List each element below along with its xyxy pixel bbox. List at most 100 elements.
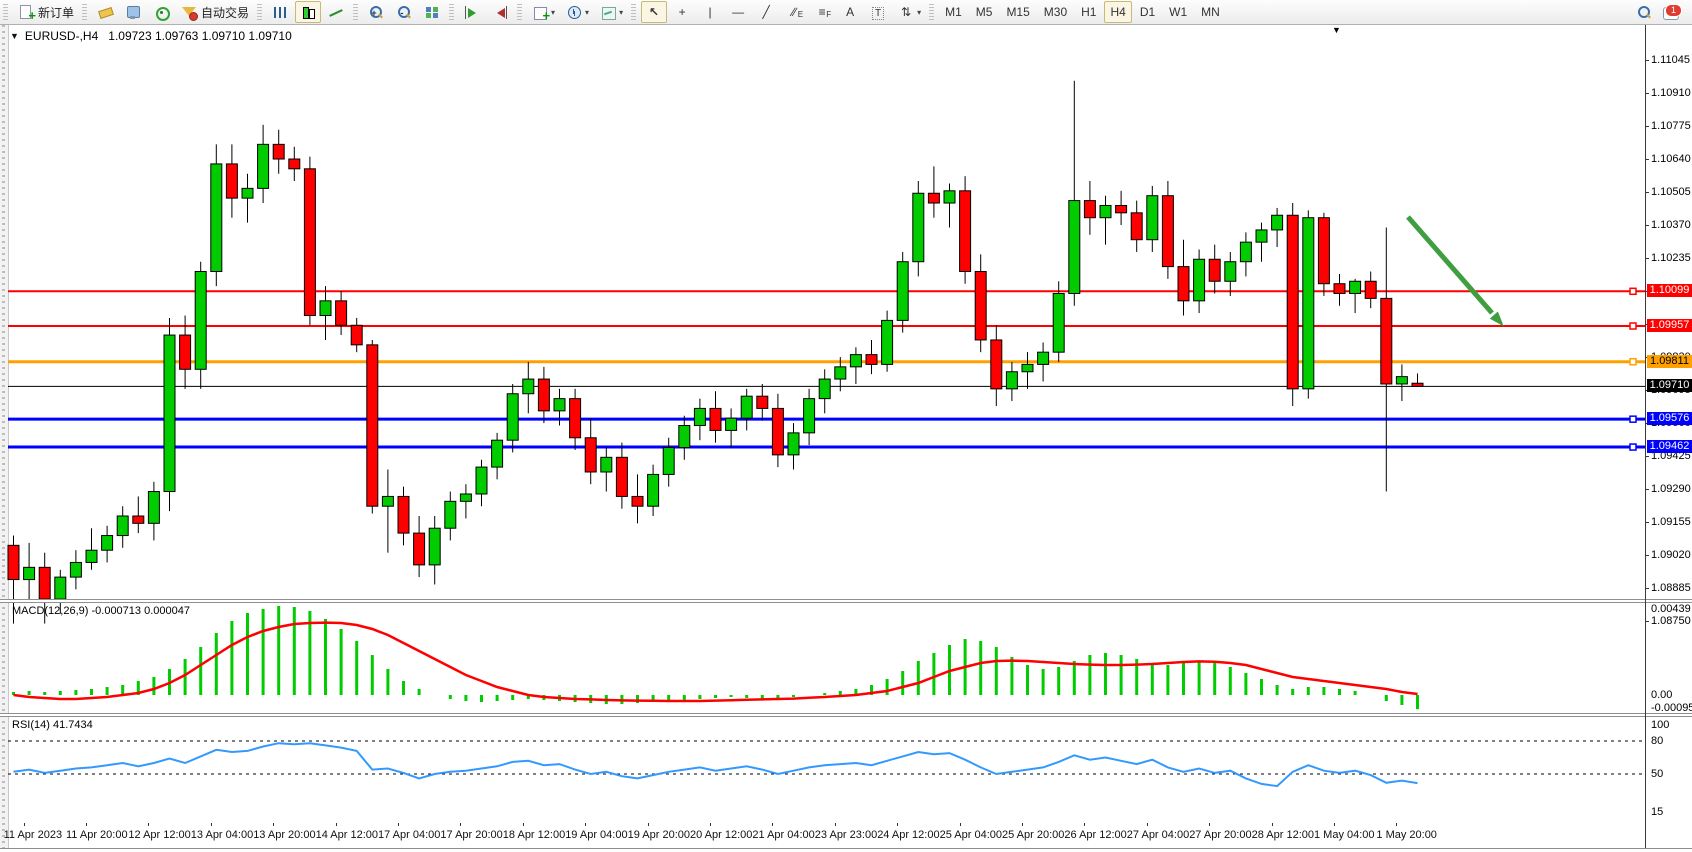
candle-chart-button[interactable]: [295, 1, 321, 23]
level-line-handle[interactable]: [1630, 416, 1636, 422]
time-axis-tick: [897, 823, 898, 826]
toolbar-grip[interactable]: [353, 4, 358, 20]
chart-shift-button[interactable]: [487, 1, 513, 23]
chart-shift-marker[interactable]: ▼: [1332, 25, 1341, 35]
trend-arrow-head: [1490, 312, 1504, 327]
time-axis-label: 28 Apr 12:00: [1252, 829, 1314, 841]
periods-button[interactable]: ▾: [561, 1, 593, 23]
signals-icon: [152, 4, 170, 21]
price-axis-tick: [1645, 489, 1649, 490]
time-axis-label: 18 Apr 12:00: [503, 829, 565, 841]
time-axis-tick: [1022, 823, 1023, 826]
time-axis-label: 17 Apr 20:00: [440, 829, 502, 841]
text-icon: A: [841, 4, 859, 21]
arrows-caret[interactable]: ▾: [917, 8, 921, 17]
time-axis[interactable]: [0, 848, 1692, 852]
horizontal-line-button[interactable]: —: [725, 1, 751, 23]
level-line-handle[interactable]: [1630, 288, 1636, 294]
chart-shift-icon: [491, 4, 509, 21]
time-axis-tick: [585, 823, 586, 826]
price-axis-tick: [1645, 522, 1649, 523]
tile-windows-button[interactable]: [419, 1, 445, 23]
time-axis-label: 24 Apr 12:00: [877, 829, 939, 841]
time-axis-tick: [1334, 823, 1335, 826]
indicators-caret[interactable]: ▾: [551, 8, 555, 17]
macd-values: -0.000713 0.000047: [91, 605, 189, 617]
toolbar-grip[interactable]: [449, 4, 454, 20]
rsi-axis-label: 100: [1651, 719, 1669, 731]
price-axis-label: 1.11045: [1651, 54, 1690, 66]
timeframe-w1-button[interactable]: W1: [1163, 1, 1193, 23]
timeframe-m5-button[interactable]: M5: [970, 1, 999, 23]
vertical-line-button[interactable]: |: [697, 1, 723, 23]
templates-caret[interactable]: ▾: [619, 8, 623, 17]
toolbar-grip[interactable]: [929, 4, 934, 20]
timeframe-h1-button[interactable]: H1: [1075, 1, 1102, 23]
toolbar-grip[interactable]: [631, 4, 636, 20]
time-axis-tick: [24, 823, 25, 826]
profiles-button[interactable]: [120, 1, 146, 23]
price-axis-tick: [1645, 588, 1649, 589]
text-button[interactable]: A: [837, 1, 863, 23]
crosshair-button[interactable]: +: [669, 1, 695, 23]
text-label-button[interactable]: T: [865, 1, 891, 23]
rsi-axis-label: 50: [1651, 768, 1663, 780]
bar-chart-button[interactable]: [267, 1, 293, 23]
timeframe-m15-button[interactable]: M15: [1000, 1, 1035, 23]
line-chart-button[interactable]: [323, 1, 349, 23]
candle-chart-icon: [299, 4, 317, 21]
timeframe-mn-button[interactable]: MN: [1195, 1, 1226, 23]
indicators-button[interactable]: ▾: [527, 1, 559, 23]
trend-arrow[interactable]: [1408, 217, 1492, 313]
cursor-button[interactable]: ↖: [641, 1, 667, 23]
zoom-in-button[interactable]: +: [363, 1, 389, 23]
trendline-button[interactable]: ╱: [753, 1, 779, 23]
time-axis-tick: [398, 823, 399, 826]
signals-button[interactable]: [148, 1, 174, 23]
fibonacci-button[interactable]: ≡: [809, 1, 835, 23]
zoom-out-button[interactable]: -: [391, 1, 417, 23]
macd-axis-max: 0.00439: [1651, 603, 1691, 615]
level-line-handle[interactable]: [1630, 323, 1636, 329]
auto-scroll-button[interactable]: [459, 1, 485, 23]
search-icon: [1635, 4, 1653, 21]
macd-layer: [14, 606, 1418, 709]
time-axis-tick: [1272, 823, 1273, 826]
auto-trading-button[interactable]: 自动交易: [176, 1, 253, 23]
search-button[interactable]: [1631, 1, 1657, 23]
chart-canvas[interactable]: [0, 25, 1692, 852]
timeframe-d1-button[interactable]: D1: [1134, 1, 1161, 23]
time-axis-tick: [336, 823, 337, 826]
new-order-button[interactable]: 新订单: [13, 1, 78, 23]
auto-trading-label: 自动交易: [201, 4, 249, 21]
periods-caret[interactable]: ▾: [585, 8, 589, 17]
panel-separator-macd[interactable]: [0, 599, 1692, 603]
toolbar-grip[interactable]: [82, 4, 87, 20]
time-axis-tick: [148, 823, 149, 826]
time-axis-tick: [648, 823, 649, 826]
level-line-handle[interactable]: [1630, 444, 1636, 450]
chart-menu-caret[interactable]: ▼: [10, 31, 19, 41]
time-axis-label: 25 Apr 04:00: [940, 829, 1002, 841]
chat-button[interactable]: 1: [1659, 1, 1683, 23]
timeframe-h4-button[interactable]: H4: [1104, 1, 1131, 23]
toolbar-grip[interactable]: [517, 4, 522, 20]
toolbar-grip[interactable]: [3, 4, 8, 20]
level-line-handle[interactable]: [1630, 359, 1636, 365]
styles-button[interactable]: [92, 1, 118, 23]
arrows-button[interactable]: ⇅▾: [893, 1, 925, 23]
panel-separator-rsi[interactable]: [0, 713, 1692, 717]
trendline-icon: ╱: [757, 4, 775, 21]
time-axis-label: 27 Apr 04:00: [1127, 829, 1189, 841]
equidistant-channel-icon: ∕∕: [785, 4, 803, 21]
rsi-axis-label: 15: [1651, 806, 1663, 818]
chart-window[interactable]: ▼ EURUSD-,H4 1.09723 1.09763 1.09710 1.0…: [0, 25, 1692, 852]
timeframe-m30-button[interactable]: M30: [1038, 1, 1073, 23]
macd-label: MACD(12,26,9) -0.000713 0.000047: [12, 605, 190, 617]
toolbar-grip[interactable]: [257, 4, 262, 20]
rsi-label: RSI(14) 41.7434: [12, 719, 93, 731]
price-axis-tick: [1645, 159, 1649, 160]
templates-button[interactable]: ▾: [595, 1, 627, 23]
timeframe-m1-button[interactable]: M1: [939, 1, 968, 23]
equidistant-channel-button[interactable]: ∕∕: [781, 1, 807, 23]
